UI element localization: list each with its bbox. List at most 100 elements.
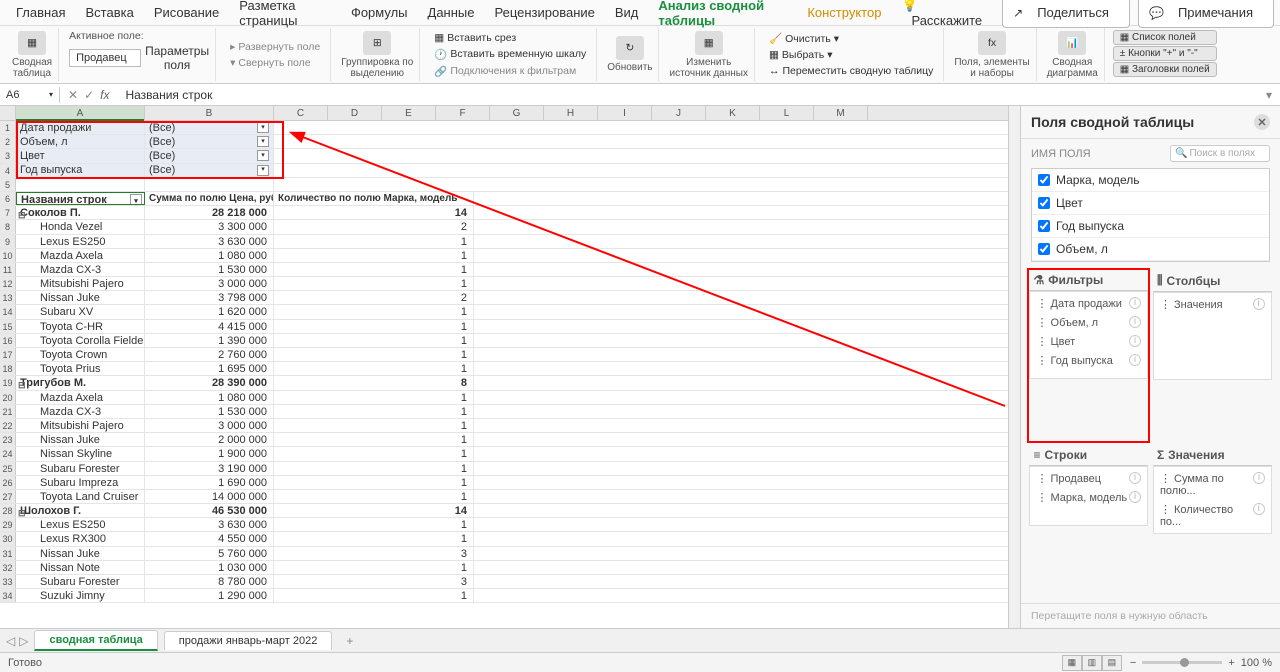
- cell[interactable]: Nissan Juke: [16, 291, 145, 304]
- cell[interactable]: (Все)▾: [145, 164, 274, 177]
- row-header[interactable]: 26: [0, 476, 16, 489]
- row-header[interactable]: 18: [0, 362, 16, 375]
- row-header[interactable]: 27: [0, 490, 16, 503]
- rows-area[interactable]: ≡Строки ⋮ Продавецi⋮ Марка, модельi: [1029, 445, 1148, 594]
- field-checkbox[interactable]: [1038, 243, 1050, 255]
- expand-field-button[interactable]: ▸ Развернуть поле: [226, 40, 324, 54]
- row-header[interactable]: 9: [0, 235, 16, 248]
- zoom-in-button[interactable]: +: [1228, 657, 1234, 669]
- col-header-K[interactable]: K: [706, 106, 760, 120]
- cell[interactable]: 1: [274, 405, 474, 418]
- field-params-button[interactable]: Параметры поля: [145, 44, 209, 72]
- active-field-value[interactable]: Продавец: [69, 49, 141, 67]
- menu-draw[interactable]: Рисование: [144, 1, 229, 24]
- cell[interactable]: Toyota C-HR: [16, 320, 145, 333]
- filter-dropdown-icon[interactable]: ▾: [257, 136, 269, 147]
- cell[interactable]: 28 390 000: [145, 376, 274, 389]
- row-header[interactable]: 6: [0, 192, 16, 205]
- cell[interactable]: Lexus RX300: [16, 532, 145, 545]
- row-header[interactable]: 25: [0, 462, 16, 475]
- cell[interactable]: Mazda Axela: [16, 249, 145, 262]
- sheet-tab-pivot[interactable]: сводная таблица: [34, 630, 157, 651]
- cell[interactable]: [145, 178, 274, 191]
- cell[interactable]: 1: [274, 561, 474, 574]
- group-by-selection[interactable]: ⊞ Группировка по выделению: [335, 28, 420, 81]
- cell[interactable]: 4 550 000: [145, 532, 274, 545]
- insert-timeline-button[interactable]: 🕐 Вставить временную шкалу: [430, 47, 590, 62]
- row-header[interactable]: 20: [0, 391, 16, 404]
- cell[interactable]: 1: [274, 490, 474, 503]
- cell[interactable]: 1: [274, 235, 474, 248]
- menu-insert[interactable]: Вставка: [75, 1, 143, 24]
- row-header[interactable]: 12: [0, 277, 16, 290]
- cell[interactable]: 1: [274, 334, 474, 347]
- add-sheet-button[interactable]: +: [338, 632, 361, 650]
- filter-dropdown-icon[interactable]: ▾: [257, 150, 269, 161]
- cell[interactable]: 1: [274, 462, 474, 475]
- cell[interactable]: (Все)▾: [145, 149, 274, 162]
- row-header[interactable]: 1: [0, 121, 16, 134]
- cell[interactable]: ⊟Соколов П.: [16, 206, 145, 219]
- cell[interactable]: 1: [274, 320, 474, 333]
- menu-view[interactable]: Вид: [605, 1, 649, 24]
- cell[interactable]: 3 000 000: [145, 419, 274, 432]
- field-item[interactable]: Объем, л: [1032, 238, 1269, 261]
- cell[interactable]: Toyota Prius: [16, 362, 145, 375]
- cell[interactable]: 14: [274, 206, 474, 219]
- zoom-out-button[interactable]: −: [1130, 657, 1136, 669]
- menu-design[interactable]: Конструктор: [797, 1, 891, 24]
- row-header[interactable]: 30: [0, 532, 16, 545]
- filter-connections-button[interactable]: 🔗 Подключения к фильтрам: [430, 64, 590, 79]
- cell[interactable]: 1 390 000: [145, 334, 274, 347]
- row-header[interactable]: 11: [0, 263, 16, 276]
- area-item[interactable]: ⋮ Сумма по полю...i: [1156, 469, 1269, 500]
- cell[interactable]: 2 000 000: [145, 433, 274, 446]
- cell[interactable]: 3 000 000: [145, 277, 274, 290]
- cell[interactable]: Subaru XV: [16, 305, 145, 318]
- cell[interactable]: 1 900 000: [145, 447, 274, 460]
- row-header[interactable]: 3: [0, 149, 16, 162]
- cell[interactable]: 1: [274, 249, 474, 262]
- row-header[interactable]: 23: [0, 433, 16, 446]
- comments-button[interactable]: 💬 Примечания: [1138, 0, 1274, 28]
- select-all-corner[interactable]: [0, 106, 16, 120]
- cell[interactable]: Subaru Impreza: [16, 476, 145, 489]
- menu-data[interactable]: Данные: [418, 1, 485, 24]
- row-header[interactable]: 14: [0, 305, 16, 318]
- cell[interactable]: 1: [274, 589, 474, 602]
- cell[interactable]: 1: [274, 277, 474, 290]
- cell[interactable]: ⊟Тригубов М.: [16, 376, 145, 389]
- area-item[interactable]: ⋮ Значенияi: [1156, 295, 1269, 314]
- cell[interactable]: Год выпуска: [16, 164, 145, 177]
- cell[interactable]: 1 530 000: [145, 405, 274, 418]
- cell[interactable]: 2: [274, 220, 474, 233]
- pivot-chart-button[interactable]: 📊 Сводная диаграмма: [1041, 28, 1105, 81]
- row-header[interactable]: 21: [0, 405, 16, 418]
- row-header[interactable]: 10: [0, 249, 16, 262]
- values-area[interactable]: ΣЗначения ⋮ Сумма по полю...i⋮ Количеств…: [1153, 445, 1272, 594]
- formula-expand-icon[interactable]: ▾: [1258, 88, 1280, 102]
- col-header-A[interactable]: A: [16, 106, 145, 120]
- row-header[interactable]: 17: [0, 348, 16, 361]
- row-header[interactable]: 24: [0, 447, 16, 460]
- cell[interactable]: Mitsubishi Pajero: [16, 419, 145, 432]
- field-headers-toggle[interactable]: ▦ Заголовки полей: [1113, 62, 1217, 77]
- cell[interactable]: 1: [274, 518, 474, 531]
- area-item[interactable]: ⋮ Объем, лi: [1032, 313, 1145, 332]
- name-box[interactable]: A6▾: [0, 87, 60, 103]
- menu-pivot-analyze[interactable]: Анализ сводной таблицы: [648, 0, 797, 32]
- cell[interactable]: 14: [274, 504, 474, 517]
- col-header-F[interactable]: F: [436, 106, 490, 120]
- pivot-table-group[interactable]: ▦ Сводная таблица: [6, 28, 59, 81]
- cell[interactable]: 1: [274, 305, 474, 318]
- cell[interactable]: 1 695 000: [145, 362, 274, 375]
- vertical-scrollbar[interactable]: [1008, 106, 1020, 628]
- cell[interactable]: Nissan Skyline: [16, 447, 145, 460]
- cell[interactable]: 1 290 000: [145, 589, 274, 602]
- row-header[interactable]: 28: [0, 504, 16, 517]
- select-button[interactable]: ▦ Выбрать ▾: [765, 48, 937, 62]
- menu-review[interactable]: Рецензирование: [484, 1, 604, 24]
- cell[interactable]: 3 300 000: [145, 220, 274, 233]
- filter-dropdown-icon[interactable]: ▾: [257, 165, 269, 176]
- insert-slicer-button[interactable]: ▦ Вставить срез: [430, 31, 590, 45]
